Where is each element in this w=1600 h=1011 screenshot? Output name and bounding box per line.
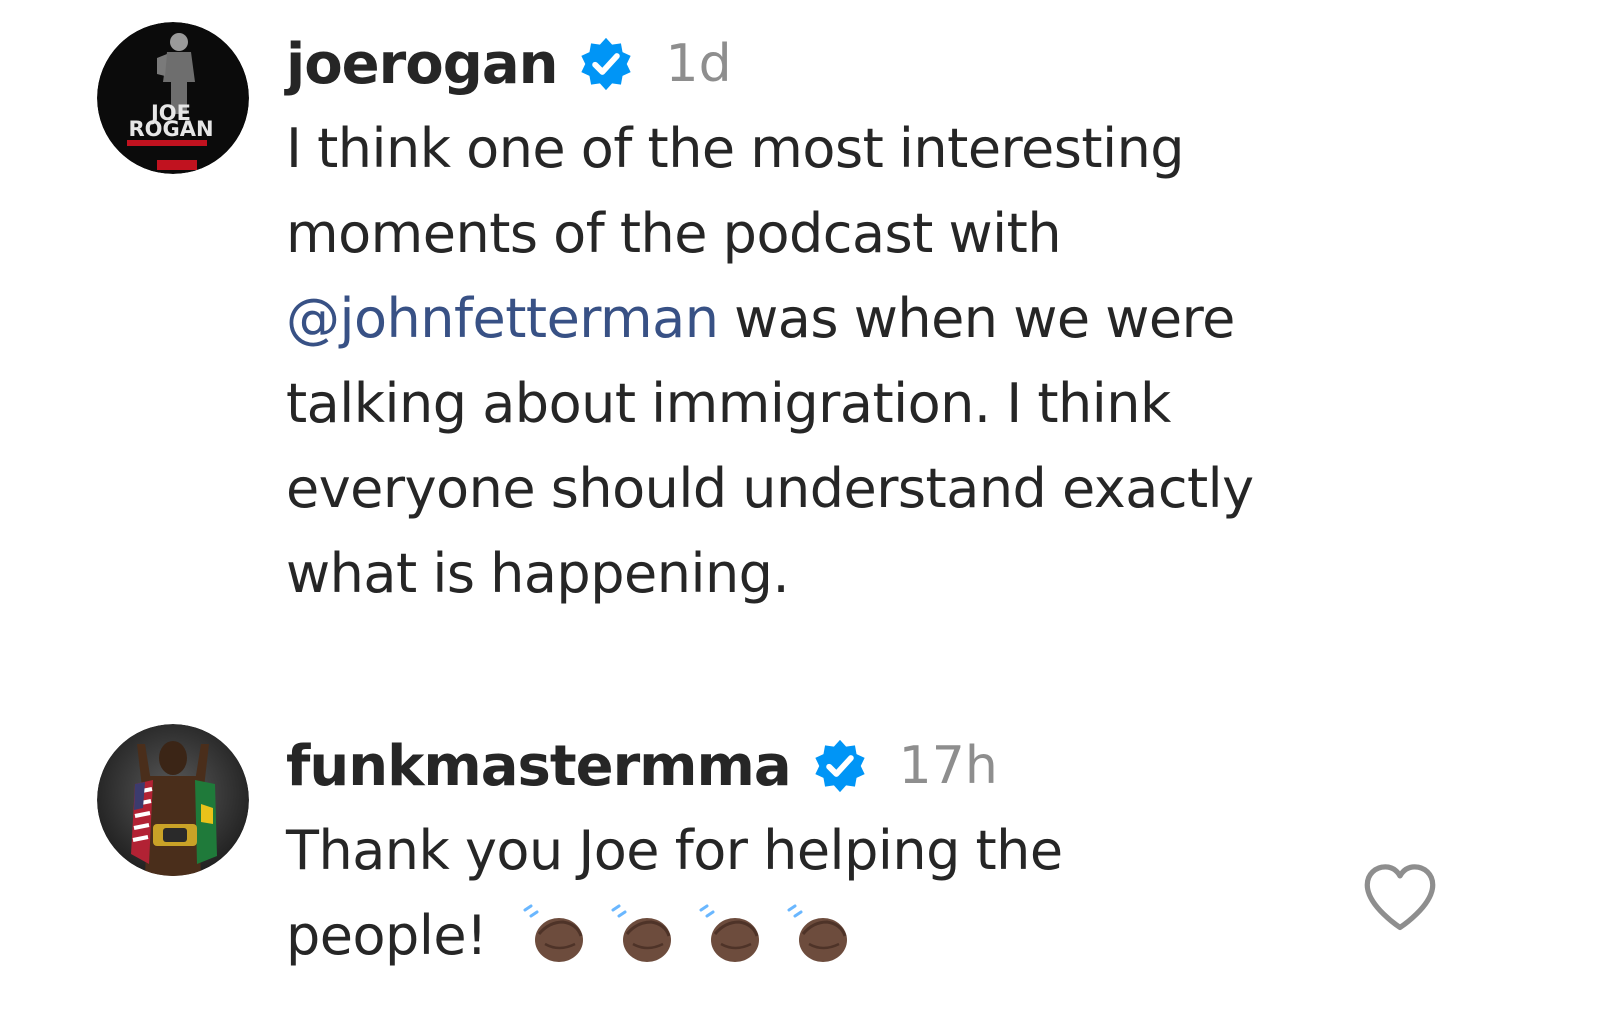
comment-header: funkmastermma 17h [286, 724, 1366, 808]
avatar-joerogan[interactable]: JOE ROGAN [97, 22, 249, 174]
verified-badge-icon [577, 35, 635, 93]
clapping-hands-emoji [519, 904, 589, 966]
logo-text-rogan: ROGAN [128, 117, 213, 141]
clapping-hands-emoji [695, 904, 765, 966]
joe-rogan-logo-image: JOE ROGAN [97, 22, 249, 174]
clapping-hands-emoji [783, 904, 853, 966]
username-link[interactable]: joerogan [286, 32, 558, 97]
comment-text: Thank you Joe for helping the people! [286, 808, 1186, 978]
timestamp[interactable]: 17h [899, 736, 998, 796]
comment-text-part: I think one of the most interesting mome… [286, 117, 1185, 265]
heart-outline-icon [1364, 864, 1436, 931]
like-button[interactable] [1360, 862, 1440, 934]
clapping-hands-emoji [607, 904, 677, 966]
avatar-funkmastermma[interactable] [97, 724, 249, 876]
comment-body: joerogan 1d I think one of the most inte… [286, 22, 1366, 616]
username-link[interactable]: funkmastermma [286, 734, 792, 799]
timestamp[interactable]: 1d [665, 34, 731, 94]
fighter-photo-image [97, 724, 249, 876]
comment-text: I think one of the most interesting mome… [286, 106, 1366, 616]
verified-badge-icon [811, 737, 869, 795]
comment-header: joerogan 1d [286, 22, 1366, 106]
comment-body: funkmastermma 17h Thank you Joe for help… [286, 724, 1366, 978]
mention-link[interactable]: @johnfetterman [286, 287, 719, 350]
